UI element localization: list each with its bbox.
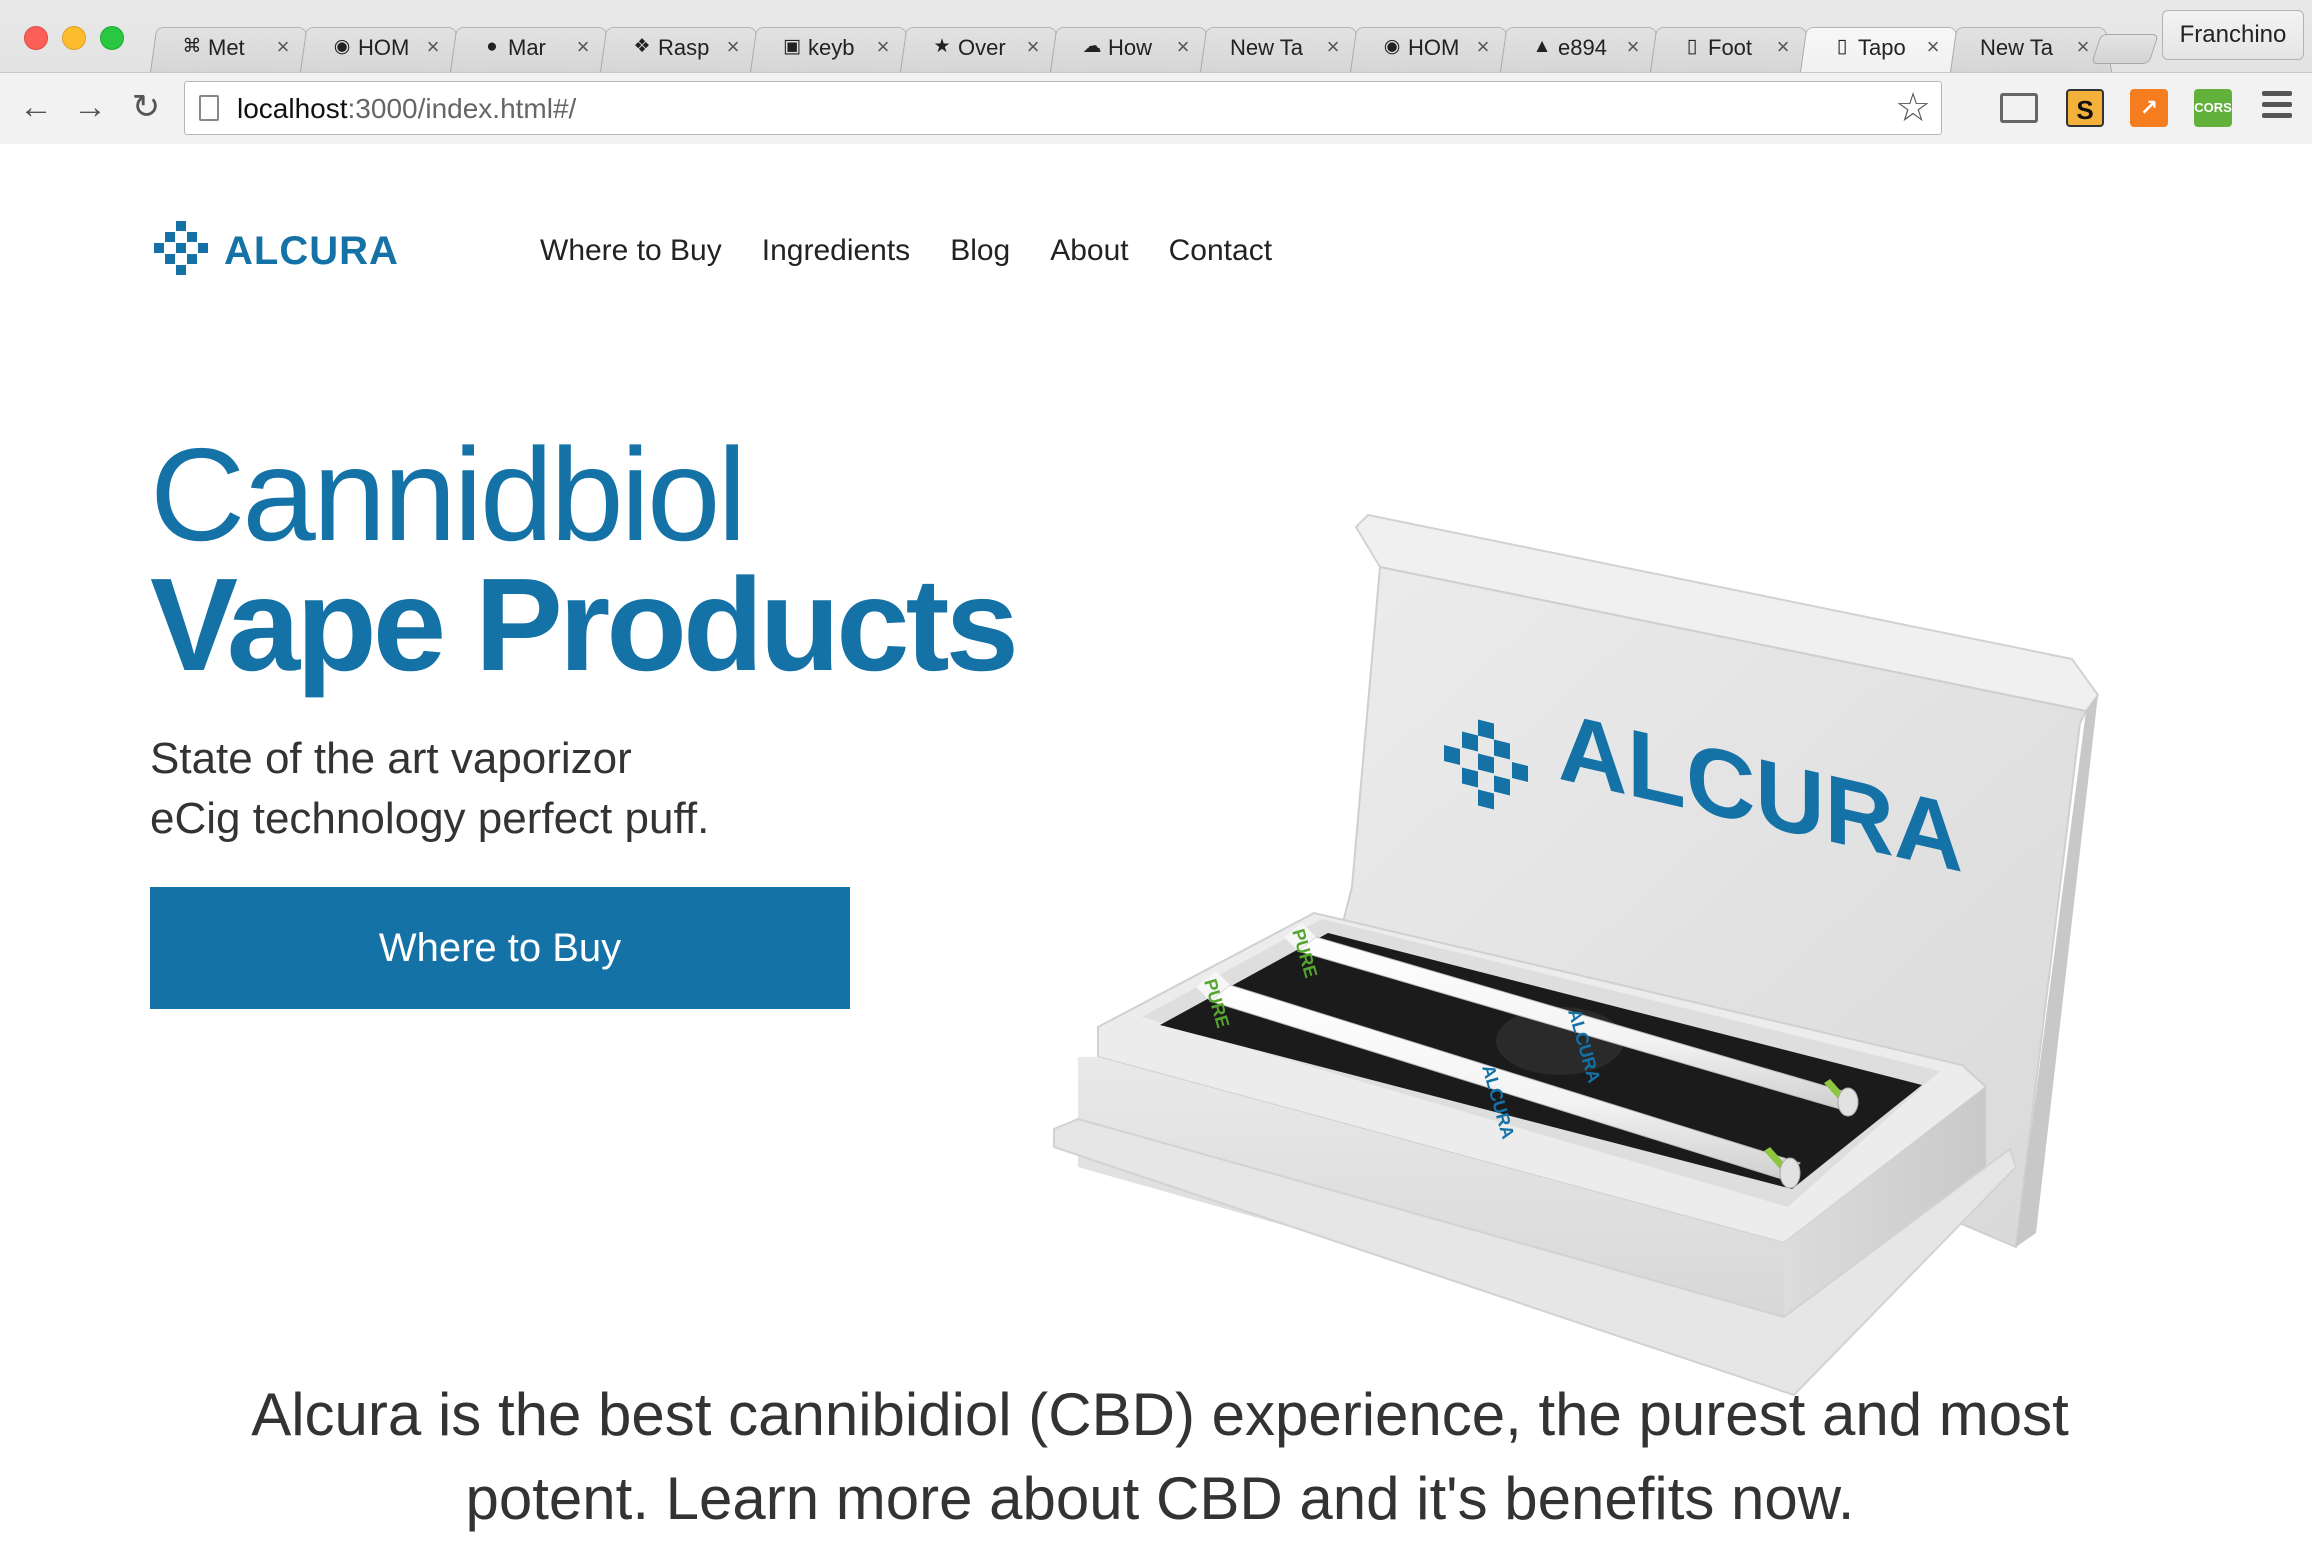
browser-tab[interactable]: ▣ keyb ×	[750, 22, 912, 72]
reload-icon[interactable]: ↻	[124, 85, 168, 129]
browser-tab[interactable]: ▯ Foot ×	[1650, 22, 1812, 72]
tagline-line-1: Alcura is the best cannibidiol (CBD) exp…	[251, 1381, 2069, 1448]
main-nav: Where to Buy Ingredients Blog About Cont…	[540, 231, 1272, 271]
browser-tab[interactable]: ☁ How ×	[1050, 22, 1212, 72]
close-window-button[interactable]	[24, 26, 48, 50]
close-tab-icon[interactable]: ×	[2072, 33, 2094, 61]
forward-arrow-icon[interactable]: →	[68, 85, 112, 129]
tab-title: Tapo	[1858, 35, 1906, 60]
new-tab-button[interactable]	[2091, 34, 2159, 64]
browser-tab[interactable]: ● Mar ×	[450, 22, 612, 72]
eye-icon: ◉	[333, 36, 351, 57]
tab-title: Over	[958, 35, 1006, 60]
github-icon: ●	[486, 36, 498, 57]
nav-where-to-buy[interactable]: Where to Buy	[540, 231, 722, 271]
browser-toolbar: ← → ↻ localhost:3000/index.html#/ ☆ S ↗ …	[0, 72, 2312, 144]
browser-tab[interactable]: New Ta ×	[1950, 22, 2112, 72]
close-tab-icon[interactable]: ×	[872, 33, 894, 61]
url-path: :3000/index.html#/	[347, 93, 577, 124]
back-arrow-icon[interactable]: ←	[14, 85, 58, 129]
url-host: localhost	[237, 93, 348, 124]
alcura-logo-mark-icon	[154, 221, 208, 275]
nav-ingredients[interactable]: Ingredients	[762, 231, 910, 271]
browser-tab[interactable]: ◉ HOM ×	[300, 22, 462, 72]
browser-tab[interactable]: ❖ Rasp ×	[600, 22, 762, 72]
close-tab-icon[interactable]: ×	[1622, 33, 1644, 61]
tab-strip: ⌘ Met × ◉ HOM × ● Mar × ❖ Rasp × ▣ keyb × ★ Over × ☁ How × Ne…	[0, 0, 2312, 72]
hero-subtitle-line-1: State of the art vaporizor	[150, 734, 632, 783]
rpi-icon: ▣	[783, 36, 801, 57]
close-tab-icon[interactable]: ×	[272, 33, 294, 61]
bookmark-star-icon[interactable]: ☆	[1891, 86, 1935, 130]
brand-name: ALCURA	[224, 229, 399, 273]
page-content: ALCURA Where to Buy Ingredients Blog Abo…	[0, 145, 2312, 1562]
nav-contact[interactable]: Contact	[1169, 231, 1272, 271]
where-to-buy-button[interactable]: Where to Buy	[150, 887, 850, 1009]
close-tab-icon[interactable]: ×	[1322, 33, 1344, 61]
nav-about[interactable]: About	[1050, 231, 1128, 271]
product-box-image: ALCURA PURE ALCURA PURE ALCURA	[1053, 513, 2100, 1397]
site-logo[interactable]: ALCURA	[154, 219, 398, 283]
hero-subtitle-line-2: eCig technology perfect puff.	[150, 794, 710, 843]
extension-chart-icon[interactable]: ↗	[2130, 89, 2168, 127]
cast-icon[interactable]	[2000, 93, 2038, 123]
browser-tab[interactable]: ▯ Tapo ×	[1800, 22, 1962, 72]
extension-s-icon[interactable]: S	[2066, 89, 2104, 127]
tab-title: Met	[208, 35, 245, 60]
hero-subtitle: State of the art vaporizor eCig technolo…	[150, 729, 910, 849]
tab-title: HOM	[1408, 35, 1460, 60]
profile-button[interactable]: Franchino	[2162, 10, 2304, 60]
close-tab-icon[interactable]: ×	[572, 33, 594, 61]
cloud-icon: ☁	[1082, 36, 1102, 57]
page-icon: ▯	[1836, 36, 1848, 57]
tab-title: Mar	[508, 35, 546, 60]
tagline: Alcura is the best cannibidiol (CBD) exp…	[180, 1373, 2140, 1541]
tab-title: Rasp	[658, 35, 710, 60]
star-badge-icon: ★	[933, 36, 951, 57]
tagline-line-2: potent. Learn more about CBD and it's be…	[465, 1465, 1855, 1532]
page-icon: ▯	[1686, 36, 1698, 57]
browser-tab[interactable]: ⌘ Met ×	[150, 22, 312, 72]
tab-title: New Ta	[1230, 35, 1303, 60]
close-tab-icon[interactable]: ×	[422, 33, 444, 61]
browser-tab[interactable]: ▲ e894 ×	[1500, 22, 1662, 72]
minimize-window-button[interactable]	[62, 26, 86, 50]
url-text[interactable]: localhost:3000/index.html#/	[237, 92, 576, 126]
close-tab-icon[interactable]: ×	[1772, 33, 1794, 61]
close-tab-icon[interactable]: ×	[1172, 33, 1194, 61]
eye-icon: ◉	[1383, 36, 1401, 57]
raspberry-icon: ❖	[633, 36, 651, 57]
tree-icon: ▲	[1532, 36, 1552, 57]
tab-title: New Ta	[1980, 35, 2053, 60]
extension-cors-icon[interactable]: CORS	[2194, 89, 2232, 127]
tab-title: How	[1108, 35, 1153, 60]
browser-tab[interactable]: New Ta ×	[1200, 22, 1362, 72]
close-tab-icon[interactable]: ×	[722, 33, 744, 61]
nav-blog[interactable]: Blog	[950, 231, 1010, 271]
hero-title-line-2: Vape Products	[150, 551, 1019, 698]
close-tab-icon[interactable]: ×	[1922, 33, 1944, 61]
hamburger-menu-icon[interactable]	[2262, 91, 2292, 121]
close-tab-icon[interactable]: ×	[1472, 33, 1494, 61]
browser-chrome: ⌘ Met × ◉ HOM × ● Mar × ❖ Rasp × ▣ keyb × ★ Over × ☁ How × Ne…	[0, 0, 2312, 144]
tab-title: keyb	[808, 35, 855, 60]
tab-title: HOM	[358, 35, 410, 60]
tab-title: e894	[1558, 35, 1607, 60]
browser-tab[interactable]: ◉ HOM ×	[1350, 22, 1512, 72]
maximize-window-button[interactable]	[100, 26, 124, 50]
tab-title: Foot	[1708, 35, 1753, 60]
browser-tab[interactable]: ★ Over ×	[900, 22, 1062, 72]
hero-title-line-1: Cannidbiol	[150, 421, 747, 568]
address-bar[interactable]: localhost:3000/index.html#/ ☆	[184, 81, 1942, 135]
close-tab-icon[interactable]: ×	[1022, 33, 1044, 61]
page-icon	[199, 95, 219, 121]
apple-icon: ⌘	[182, 36, 202, 57]
